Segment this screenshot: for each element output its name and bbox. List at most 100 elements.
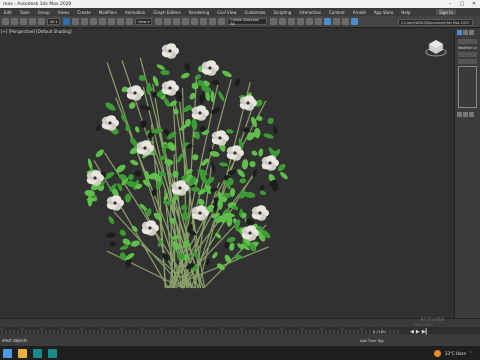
link-icon[interactable] xyxy=(20,18,27,25)
play-icon[interactable]: ▶ xyxy=(416,329,420,335)
move-icon[interactable] xyxy=(99,18,107,25)
weather-icon[interactable] xyxy=(433,349,441,357)
menu-item[interactable]: Graph Editors xyxy=(149,10,184,15)
previous-frame-icon[interactable]: ◀ xyxy=(410,329,414,335)
render-production-icon[interactable] xyxy=(351,18,359,25)
leaf xyxy=(109,241,117,247)
add-time-tag-button[interactable]: Add Time Tag xyxy=(360,339,384,343)
menu-item[interactable]: Animation xyxy=(121,10,149,15)
angle-snap-icon[interactable] xyxy=(191,18,199,25)
menu-item[interactable]: Arnold xyxy=(349,10,370,15)
select-by-name-icon[interactable] xyxy=(72,18,80,25)
object-name-field[interactable] xyxy=(458,39,477,44)
pin-stack-icon[interactable] xyxy=(457,112,462,117)
modifier-button[interactable] xyxy=(458,52,477,57)
modifier-button[interactable] xyxy=(458,59,477,64)
sign-in-button[interactable]: Sign In xyxy=(436,9,456,15)
leaf xyxy=(241,159,249,170)
menu-item[interactable]: Scripting xyxy=(270,10,296,15)
time-slider[interactable] xyxy=(0,318,480,327)
chevron-up-icon[interactable]: ˄ xyxy=(470,351,472,356)
reference-coordinate-dropdown[interactable]: View ▾ xyxy=(135,18,153,25)
menu-item[interactable]: Views xyxy=(54,10,74,15)
menu-item[interactable]: Group xyxy=(34,10,54,15)
flower-bush-model[interactable] xyxy=(70,43,300,303)
percent-snap-icon[interactable] xyxy=(200,18,208,25)
menu-item[interactable]: Rendering xyxy=(185,10,213,15)
close-icon[interactable]: ✕ xyxy=(468,0,480,8)
snaps-toggle-icon[interactable] xyxy=(182,18,190,25)
viewcube-icon[interactable] xyxy=(425,38,447,58)
mirror-icon[interactable] xyxy=(270,18,278,25)
3dsmax-icon[interactable] xyxy=(33,348,42,358)
modifier-stack[interactable] xyxy=(458,66,477,108)
frame-counter[interactable]: 0 / 100 xyxy=(373,330,385,334)
layer-explorer-icon[interactable] xyxy=(288,18,296,25)
select-object-icon[interactable] xyxy=(63,18,71,25)
rendered-frame-window-icon[interactable] xyxy=(342,18,350,25)
leaf xyxy=(258,148,264,157)
placement-icon[interactable] xyxy=(126,18,134,25)
select-manipulate-icon[interactable] xyxy=(164,18,172,25)
render-setup-icon[interactable] xyxy=(333,18,341,25)
menu-item[interactable]: Create xyxy=(73,10,94,15)
leaf xyxy=(135,126,140,133)
redo-icon[interactable] xyxy=(11,18,18,25)
unlink-icon[interactable] xyxy=(29,18,36,25)
named-selection-dropdown[interactable]: Create Selection Se xyxy=(227,18,268,26)
rectangle-selection-icon[interactable] xyxy=(81,18,89,25)
keyboard-shortcut-icon[interactable] xyxy=(173,18,181,25)
menu-item[interactable]: Modifiers xyxy=(95,10,121,15)
remove-modifier-icon[interactable] xyxy=(469,112,474,117)
create-tab-icon[interactable] xyxy=(457,30,462,35)
menu-item[interactable]: Customize xyxy=(241,10,270,15)
status-bar: elect objects xyxy=(0,334,480,346)
leaf xyxy=(239,178,247,184)
modify-tab-icon[interactable] xyxy=(463,30,468,35)
hierarchy-tab-icon[interactable] xyxy=(469,30,474,35)
scale-icon[interactable] xyxy=(117,18,125,25)
leaf xyxy=(194,74,201,80)
file-explorer-icon[interactable] xyxy=(18,348,27,358)
project-path-field[interactable]: C:\Users\WIN10\Documents\3ds Max 2020 xyxy=(398,19,473,26)
viewport-label[interactable]: [+] [Perspective] [Default Shading] xyxy=(1,29,72,34)
schematic-view-icon[interactable] xyxy=(315,18,323,25)
undo-icon[interactable] xyxy=(2,18,9,25)
3dsmax-icon[interactable] xyxy=(48,348,57,358)
edit-named-selection-icon[interactable] xyxy=(218,18,226,25)
status-prompt: elect objects xyxy=(2,337,28,343)
leaf xyxy=(267,117,274,125)
rotate-icon[interactable] xyxy=(108,18,116,25)
minimize-icon[interactable]: – xyxy=(444,0,456,8)
menu-item[interactable]: Civil View xyxy=(213,10,240,15)
track-bar[interactable] xyxy=(0,327,480,334)
align-icon[interactable] xyxy=(279,18,287,25)
selection-filter-dropdown[interactable]: All ▾ xyxy=(47,18,61,25)
pivot-point-icon[interactable] xyxy=(155,18,163,25)
flower xyxy=(191,105,209,121)
show-end-result-icon[interactable] xyxy=(463,112,468,117)
start-icon[interactable] xyxy=(3,348,12,358)
perspective-viewport[interactable]: [+] [Perspective] [Default Shading] xyxy=(0,28,454,318)
curve-editor-icon[interactable] xyxy=(306,18,314,25)
menu-item[interactable]: Help xyxy=(397,10,414,15)
menu-item[interactable]: Edit xyxy=(0,10,16,15)
toggle-ribbon-icon[interactable] xyxy=(297,18,305,25)
menu-item[interactable]: Tools xyxy=(16,10,34,15)
menu-item[interactable]: Content xyxy=(325,10,349,15)
flower xyxy=(171,180,189,196)
leaf xyxy=(130,159,139,166)
window-crossing-icon[interactable] xyxy=(90,18,98,25)
modifier-list-label[interactable]: Modifier List xyxy=(458,46,477,50)
next-frame-icon[interactable]: ▶▎ xyxy=(422,329,430,335)
maximize-icon[interactable]: □ xyxy=(456,0,468,8)
menu-item[interactable]: App Store xyxy=(370,10,398,15)
menu-item[interactable]: Interactive xyxy=(295,10,325,15)
window-title: max - Autodesk 3ds Max 2020 xyxy=(3,1,72,7)
app-window: max - Autodesk 3ds Max 2020 – □ ✕ Edit T… xyxy=(0,0,480,360)
weather-text: 33°C Haze xyxy=(444,350,466,356)
material-editor-icon[interactable] xyxy=(324,18,332,25)
bind-space-warp-icon[interactable] xyxy=(38,18,45,25)
spinner-snap-icon[interactable] xyxy=(209,18,217,25)
leaf xyxy=(105,102,116,111)
